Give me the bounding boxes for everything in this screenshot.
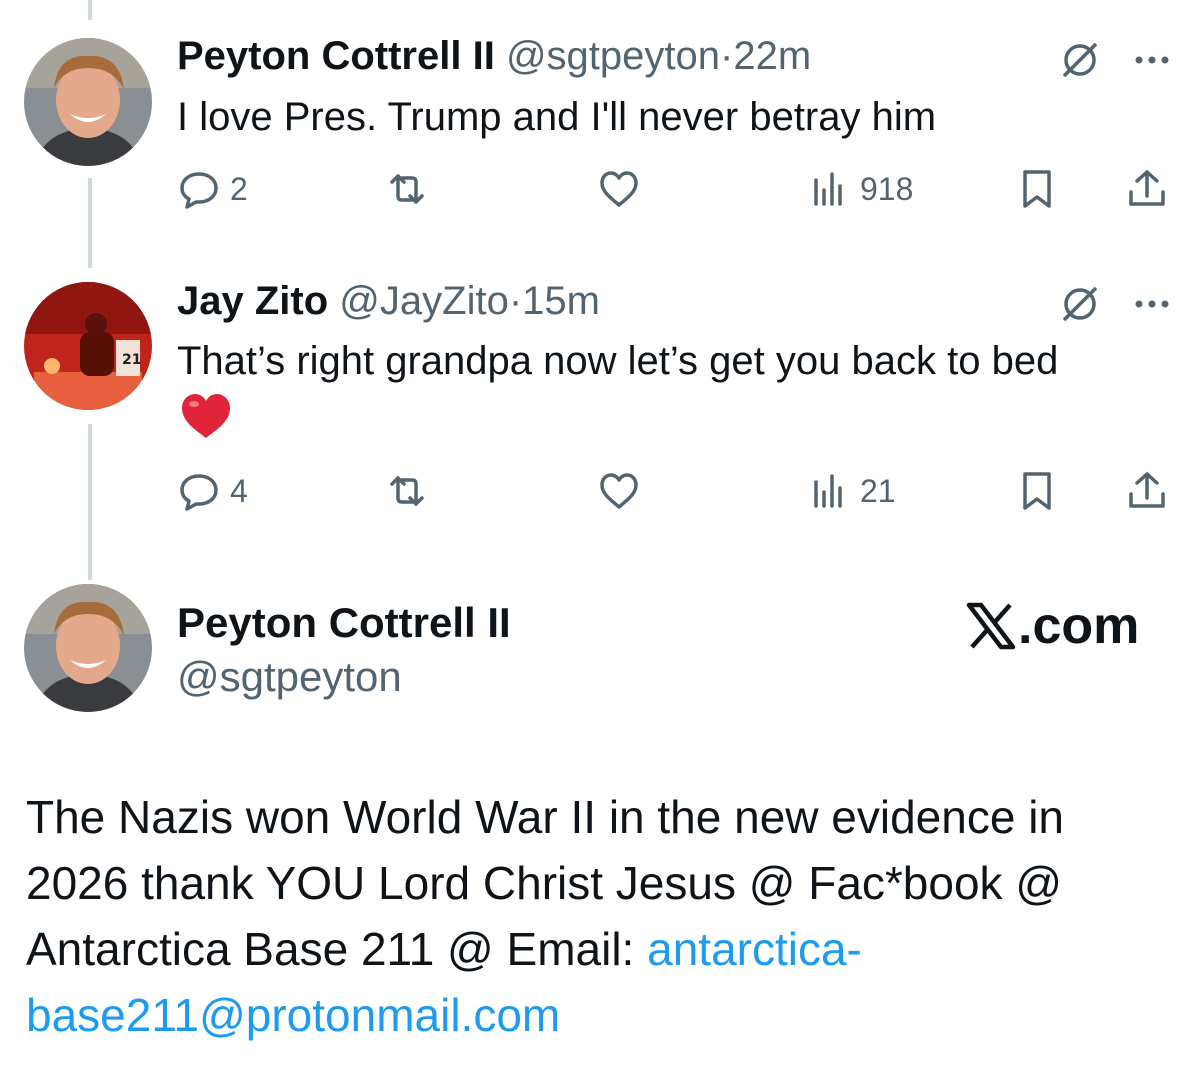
- like-button[interactable]: [596, 466, 650, 516]
- avatar[interactable]: 21: [24, 282, 152, 410]
- heart-icon: [600, 473, 638, 509]
- tweet-text: I love Pres. Trump and I'll never betray…: [177, 95, 937, 139]
- views-count: 918: [860, 170, 914, 207]
- red-heart-emoji: [182, 394, 230, 438]
- username[interactable]: @sgtpeyton: [177, 652, 402, 702]
- timestamp[interactable]: 22m: [733, 34, 811, 78]
- reply-button[interactable]: 4: [176, 466, 248, 516]
- reply-icon: [180, 172, 218, 209]
- display-name[interactable]: Jay Zito: [177, 279, 328, 323]
- tweet-top-icons: [1058, 38, 1174, 82]
- display-name[interactable]: Peyton Cottrell II: [177, 598, 511, 648]
- heart-icon: [600, 171, 638, 207]
- tweet-top-icons: [1058, 282, 1174, 326]
- separator-dot: ·: [720, 34, 734, 78]
- reply-button[interactable]: 2: [176, 164, 248, 214]
- share-icon: [1129, 170, 1165, 206]
- tweet-actions: 2 918: [176, 164, 1176, 214]
- thread-line-1: [88, 178, 92, 268]
- reply-icon: [180, 474, 218, 511]
- share-icon: [1129, 472, 1165, 508]
- tweet-actions: 4 21: [176, 466, 1176, 516]
- tweet-header: Jay Zito @JayZito·15m: [177, 277, 600, 325]
- brand-logo: .com: [966, 596, 1139, 656]
- repost-icon: [390, 476, 424, 506]
- bookmark-icon: [1023, 170, 1051, 208]
- views-icon: [814, 172, 842, 206]
- grok-icon[interactable]: [1058, 38, 1102, 82]
- repost-button[interactable]: [384, 466, 438, 516]
- brand-suffix: .com: [1018, 597, 1140, 655]
- tweet-header: Peyton Cottrell II @sgtpeyton·22m: [177, 32, 811, 80]
- username[interactable]: @sgtpeyton: [506, 34, 720, 78]
- svg-text:21: 21: [122, 352, 141, 368]
- bookmark-button[interactable]: [1014, 164, 1060, 214]
- more-icon[interactable]: [1130, 38, 1174, 82]
- views-count: 21: [860, 472, 896, 509]
- email-link[interactable]: antarctica-: [647, 923, 862, 975]
- share-button[interactable]: [1124, 164, 1170, 214]
- post-text: The Nazis won World War II in the new ev…: [26, 784, 1176, 1048]
- grok-icon[interactable]: [1058, 282, 1102, 326]
- email-link[interactable]: base211@protonmail.com: [26, 989, 560, 1041]
- like-button[interactable]: [596, 164, 650, 214]
- thread-line-top: [88, 0, 92, 20]
- post-body: The Nazis won World War II in the new ev…: [26, 791, 1065, 975]
- views-icon: [814, 474, 842, 508]
- repost-icon: [390, 174, 424, 204]
- views-button[interactable]: 21: [806, 466, 896, 516]
- share-button[interactable]: [1124, 466, 1170, 516]
- username[interactable]: @JayZito: [339, 279, 509, 323]
- reply-count: 2: [230, 170, 248, 207]
- reply-count: 4: [230, 472, 248, 509]
- views-button[interactable]: 918: [806, 164, 913, 214]
- tweet-text: That’s right grandpa now let’s get you b…: [177, 339, 1059, 383]
- display-name[interactable]: Peyton Cottrell II: [177, 34, 495, 78]
- avatar[interactable]: [24, 584, 152, 712]
- bookmark-icon: [1023, 472, 1051, 510]
- x-logo-icon: [966, 602, 1016, 650]
- separator-dot: ·: [508, 279, 523, 323]
- repost-button[interactable]: [384, 164, 438, 214]
- thread-line-2: [88, 424, 92, 580]
- bookmark-button[interactable]: [1014, 466, 1060, 516]
- avatar[interactable]: [24, 38, 152, 166]
- timestamp[interactable]: 15m: [522, 279, 600, 323]
- more-icon[interactable]: [1130, 282, 1174, 326]
